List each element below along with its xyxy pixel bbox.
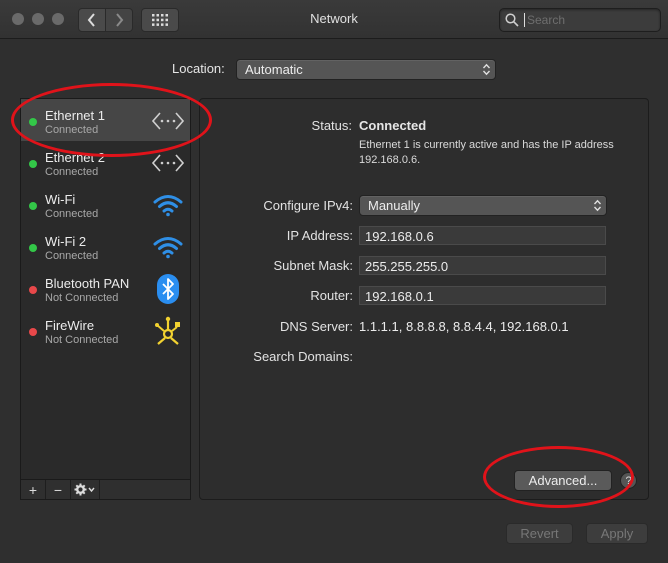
apply-button[interactable]: Apply	[586, 523, 648, 544]
service-status: Connected	[45, 250, 99, 262]
search-icon	[505, 13, 519, 27]
firewire-icon	[152, 315, 184, 347]
status-description: Ethernet 1 is currently active and has t…	[359, 139, 614, 166]
service-name: Ethernet 2	[45, 150, 105, 165]
location-value: Automatic	[245, 62, 303, 77]
search-input[interactable]: Search	[499, 8, 661, 32]
service-list-toolbar: + −	[20, 479, 191, 500]
configure-ipv4-label: Configure IPv4:	[263, 198, 353, 213]
toolbar: Network Search	[0, 0, 668, 39]
status-dot	[29, 202, 37, 210]
subnet-mask-label: Subnet Mask:	[273, 258, 354, 273]
remove-service-button[interactable]: −	[46, 480, 71, 499]
bluetooth-icon	[152, 273, 184, 305]
advanced-button[interactable]: Advanced...	[514, 470, 612, 491]
add-service-button[interactable]: +	[21, 480, 46, 499]
service-item-bluetooth-pan[interactable]: Bluetooth PAN Not Connected	[21, 267, 190, 309]
service-status: Connected	[45, 208, 99, 220]
service-name: Bluetooth PAN	[45, 276, 130, 291]
updown-arrows-icon	[591, 198, 604, 213]
search-domains-label: Search Domains:	[253, 349, 353, 364]
service-detail-pane: Status: Connected Ethernet 1 is currentl…	[199, 98, 649, 500]
service-item-wi-fi[interactable]: Wi-Fi Connected	[21, 183, 190, 225]
service-item-firewire[interactable]: FireWire Not Connected	[21, 309, 190, 351]
network-preferences-window: Network Search Location: Automatic Ether…	[0, 0, 668, 563]
status-dot	[29, 244, 37, 252]
updown-arrows-icon	[480, 62, 493, 77]
service-status: Connected	[45, 166, 99, 178]
configure-ipv4-select[interactable]: Manually	[359, 195, 607, 216]
service-list: Ethernet 1 Connected Ethernet 2 Connecte…	[20, 98, 191, 480]
service-name: FireWire	[45, 318, 95, 333]
service-status: Not Connected	[45, 292, 119, 304]
location-label: Location:	[172, 61, 225, 76]
status-dot	[29, 160, 37, 168]
search-placeholder: Search	[527, 13, 566, 27]
dns-server-label: DNS Server:	[280, 319, 353, 334]
service-item-ethernet-1[interactable]: Ethernet 1 Connected	[21, 99, 190, 141]
service-status: Not Connected	[45, 334, 119, 346]
text-cursor	[524, 13, 525, 27]
service-item-ethernet-2[interactable]: Ethernet 2 Connected	[21, 141, 190, 183]
revert-button[interactable]: Revert	[506, 523, 573, 544]
service-name: Ethernet 1	[45, 108, 105, 123]
status-value: Connected	[359, 118, 427, 133]
ethernet-icon	[152, 105, 184, 137]
status-dot	[29, 328, 37, 336]
ip-address-label: IP Address:	[286, 228, 353, 243]
dns-server-value: 1.1.1.1, 8.8.8.8, 8.8.4.4, 192.168.0.1	[359, 319, 569, 334]
service-actions-button[interactable]	[71, 480, 100, 499]
wifi-icon	[152, 231, 184, 263]
subnet-mask-field[interactable]: 255.255.255.0	[359, 256, 606, 275]
status-label: Status:	[311, 118, 352, 133]
router-field[interactable]: 192.168.0.1	[359, 286, 606, 305]
service-item-wi-fi-2[interactable]: Wi-Fi 2 Connected	[21, 225, 190, 267]
gear-icon	[74, 483, 95, 496]
configure-ipv4-value: Manually	[368, 198, 421, 213]
service-name: Wi-Fi 2	[45, 234, 87, 249]
location-select[interactable]: Automatic	[236, 59, 496, 80]
ip-address-field[interactable]: 192.168.0.6	[359, 226, 606, 245]
status-dot	[29, 118, 37, 126]
service-status: Connected	[45, 124, 99, 136]
wifi-icon	[152, 189, 184, 221]
status-dot	[29, 286, 37, 294]
ethernet-icon	[152, 147, 184, 179]
router-label: Router:	[310, 288, 353, 303]
service-name: Wi-Fi	[45, 192, 76, 207]
help-button[interactable]: ?	[620, 472, 637, 489]
